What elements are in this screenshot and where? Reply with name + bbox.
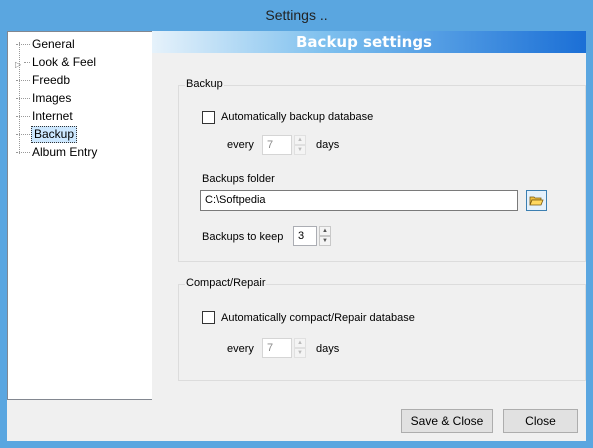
tree-item-general[interactable]: General (16, 36, 136, 53)
folder-open-icon (529, 196, 544, 206)
browse-folder-button[interactable] (526, 190, 547, 211)
backups-folder-input[interactable]: C:\Softpedia (200, 190, 518, 211)
tree-item-look-and-feel[interactable]: ▷ Look & Feel (15, 54, 136, 72)
compact-repair-group: Compact/Repair Automatically compact/Rep… (178, 277, 586, 381)
backup-days-label: days (316, 139, 340, 151)
settings-tree: General ▷ Look & Feel Freedb Images Inte… (7, 31, 153, 400)
backup-group-label: Backup (185, 78, 224, 90)
pane-title: Backup settings (296, 33, 432, 51)
compact-every-label: every (227, 343, 254, 355)
window-client-area: General ▷ Look & Feel Freedb Images Inte… (7, 31, 586, 441)
tree-item-label: Freedb (32, 73, 71, 87)
backups-to-keep-label: Backups to keep (202, 231, 284, 243)
settings-pane: Backup settings Backup Automatically bac… (152, 31, 586, 400)
tree-item-label: Album Entry (32, 145, 98, 159)
auto-compact-checkbox[interactable] (202, 311, 215, 324)
backup-group: Backup Automatically backup database eve… (178, 78, 586, 262)
compact-group-label: Compact/Repair (185, 277, 267, 289)
tree-item-label: General (32, 37, 75, 51)
tree-item-label: Look & Feel (32, 55, 97, 69)
settings-window: Settings .. General ▷ Look & Feel Freedb… (0, 0, 593, 448)
backups-to-keep-input[interactable]: 3 (293, 226, 317, 246)
spin-up-icon[interactable]: ▲ (294, 135, 306, 145)
spin-up-icon[interactable]: ▲ (319, 226, 331, 236)
tree-item-label: Images (32, 91, 72, 105)
spin-down-icon[interactable]: ▼ (294, 145, 306, 155)
tree-item-freedb[interactable]: Freedb (16, 72, 136, 89)
spin-down-icon[interactable]: ▼ (319, 236, 331, 246)
tree-item-images[interactable]: Images (16, 90, 136, 107)
dialog-footer: Save & Close Close (7, 400, 586, 441)
auto-backup-checkbox[interactable] (202, 111, 215, 124)
triangle-right-icon[interactable]: ▷ (15, 57, 21, 72)
window-title: Settings .. (265, 7, 328, 23)
tree-item-internet[interactable]: Internet (16, 108, 136, 125)
pane-header: Backup settings (152, 31, 586, 53)
compact-interval-spinner: ▲ ▼ (294, 338, 306, 358)
tree-item-backup[interactable]: Backup (16, 126, 136, 143)
tree-item-label: Backup (31, 126, 78, 143)
backup-interval-spinner: ▲ ▼ (294, 135, 306, 155)
compact-interval-input[interactable]: 7 (262, 338, 292, 358)
title-bar[interactable]: Settings .. (0, 0, 593, 31)
auto-backup-label: Automatically backup database (221, 111, 374, 123)
tree-item-label: Internet (32, 109, 73, 123)
backup-every-label: every (227, 139, 254, 151)
spin-down-icon[interactable]: ▼ (294, 348, 306, 358)
compact-days-label: days (316, 343, 340, 355)
backup-interval-input[interactable]: 7 (262, 135, 292, 155)
close-button[interactable]: Close (503, 409, 578, 433)
auto-compact-label: Automatically compact/Repair database (221, 312, 415, 324)
save-close-button[interactable]: Save & Close (401, 409, 493, 433)
spin-up-icon[interactable]: ▲ (294, 338, 306, 348)
backups-to-keep-spinner: ▲ ▼ (319, 226, 331, 246)
backups-folder-label: Backups folder (202, 173, 275, 185)
tree-item-album-entry[interactable]: Album Entry (16, 144, 136, 161)
